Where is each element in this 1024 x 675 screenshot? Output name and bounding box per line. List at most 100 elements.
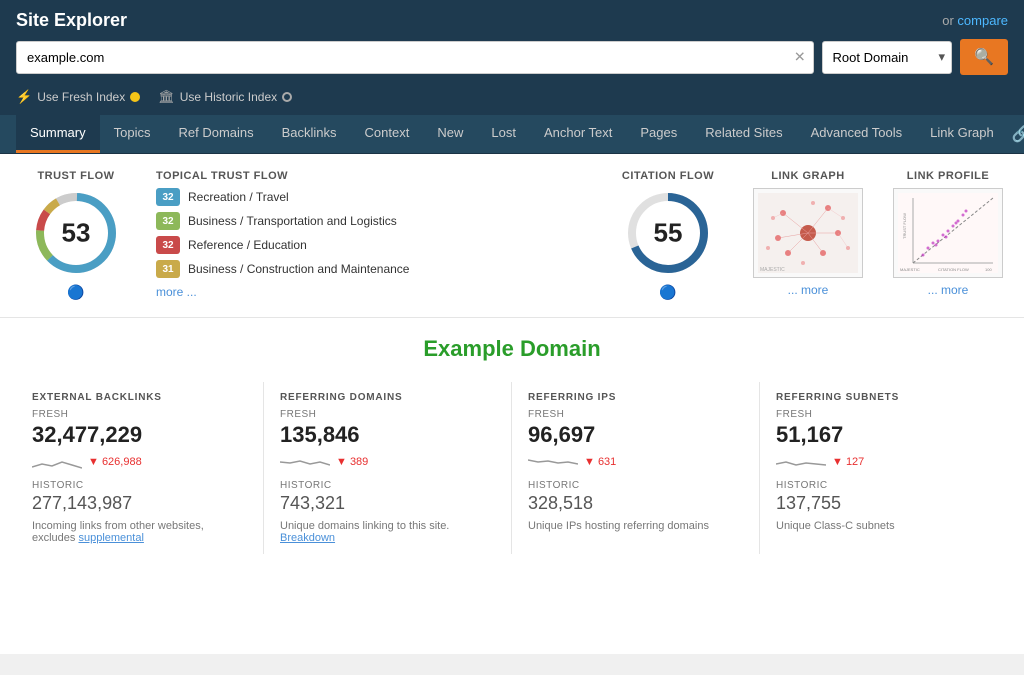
trust-flow-info-icon[interactable]: 🔵	[67, 284, 84, 300]
search-icon: 🔍	[974, 49, 994, 66]
link-graph-title: LINK GRAPH	[748, 170, 868, 182]
ref-ips-trend-svg	[528, 452, 578, 472]
index-options-row: ⚡ Use Fresh Index 🏛 Use Historic Index	[16, 83, 1008, 115]
domain-title: Example Domain	[0, 336, 1024, 362]
ref-ips-trend-value: ▼ 631	[584, 456, 616, 468]
ref-domains-trend: ▼ 389	[280, 452, 495, 472]
topical-item-3: 31 Business / Construction and Maintenan…	[156, 260, 588, 278]
ref-ips-fresh-label: FRESH	[528, 409, 743, 420]
svg-text:TRUST FLOW: TRUST FLOW	[902, 213, 907, 239]
backlinks-historic-value: 277,143,987	[32, 493, 247, 514]
fresh-index-radio[interactable]	[130, 92, 140, 102]
citation-flow-title: CITATION FLOW	[608, 170, 728, 182]
topical-item-0: 32 Recreation / Travel	[156, 188, 588, 206]
ref-domains-trend-svg	[280, 452, 330, 472]
ref-ips-trend: ▼ 631	[528, 452, 743, 472]
tab-summary[interactable]: Summary	[16, 115, 100, 153]
clear-icon[interactable]: ✕	[794, 49, 806, 66]
tab-topics[interactable]: Topics	[100, 115, 165, 153]
tab-pages[interactable]: Pages	[626, 115, 691, 153]
tab-context[interactable]: Context	[351, 115, 424, 153]
svg-text:MAJESTIC: MAJESTIC	[760, 267, 785, 273]
stat-col-ref-subnets: REFERRING SUBNETS FRESH 51,167 ▼ 127 HIS…	[760, 382, 1008, 554]
link-graph-more-link[interactable]: ... more	[788, 283, 829, 297]
backlinks-fresh-label: FRESH	[32, 409, 247, 420]
stat-col-ref-ips: REFERRING IPS FRESH 96,697 ▼ 631 HISTORI…	[512, 382, 760, 554]
topical-item-1: 32 Business / Transportation and Logisti…	[156, 212, 588, 230]
topical-item-2: 32 Reference / Education	[156, 236, 588, 254]
link-graph-image[interactable]: MAJESTIC	[753, 188, 863, 278]
topical-badge-1: 32	[156, 212, 180, 230]
link-profile-card: LINK PROFILE	[888, 170, 1008, 301]
tab-ref-domains[interactable]: Ref Domains	[164, 115, 267, 153]
topical-label-1: Business / Transportation and Logistics	[188, 214, 397, 228]
topical-more-link[interactable]: more ...	[156, 285, 197, 299]
trust-flow-title: TRUST FLOW	[16, 170, 136, 182]
ref-domains-fresh-value: 135,846	[280, 422, 495, 448]
nav-tabs: Summary Topics Ref Domains Backlinks Con…	[0, 115, 1024, 154]
tab-advanced-tools[interactable]: Advanced Tools	[797, 115, 917, 153]
summary-cards: TRUST FLOW 53 🔵 TOPICAL TRUST FL	[0, 154, 1024, 318]
ref-domains-desc: Unique domains linking to this site. Bre…	[280, 520, 495, 544]
ref-ips-fresh-value: 96,697	[528, 422, 743, 448]
topical-badge-3: 31	[156, 260, 180, 278]
dropdown-arrow-icon: ▾	[933, 49, 952, 65]
ref-domains-historic-value: 743,321	[280, 493, 495, 514]
historic-index-radio[interactable]	[282, 92, 292, 102]
citation-flow-info-icon[interactable]: 🔵	[659, 284, 676, 300]
tab-backlinks[interactable]: Backlinks	[268, 115, 351, 153]
tab-anchor-text[interactable]: Anchor Text	[530, 115, 626, 153]
dropdown-wrap: Root Domain Domain URL Prefix ▾	[822, 41, 953, 74]
stats-grid: EXTERNAL BACKLINKS FRESH 32,477,229 ▼ 62…	[0, 372, 1024, 564]
svg-text:100: 100	[985, 267, 992, 272]
share-icon[interactable]: 🔗	[1008, 118, 1024, 150]
link-profile-more-link[interactable]: ... more	[928, 283, 969, 297]
header-top: Site Explorer or compare	[16, 10, 1008, 39]
tab-lost[interactable]: Lost	[477, 115, 530, 153]
stat-col-ref-domains: REFERRING DOMAINS FRESH 135,846 ▼ 389 HI…	[264, 382, 512, 554]
fresh-index-label: Use Fresh Index	[37, 90, 125, 104]
search-button[interactable]: 🔍	[960, 39, 1008, 75]
search-input[interactable]	[16, 41, 814, 74]
root-domain-select[interactable]: Root Domain Domain URL Prefix	[823, 42, 933, 73]
bolt-icon: ⚡	[16, 89, 32, 105]
citation-flow-value: 55	[654, 218, 683, 249]
ref-subnets-fresh-value: 51,167	[776, 422, 992, 448]
ref-ips-header: REFERRING IPS	[528, 392, 743, 403]
topical-label-2: Reference / Education	[188, 238, 307, 252]
backlinks-trend-value: ▼ 626,988	[88, 456, 142, 468]
ref-subnets-header: REFERRING SUBNETS	[776, 392, 992, 403]
ref-ips-historic-label: HISTORIC	[528, 480, 743, 491]
citation-flow-card: CITATION FLOW 55 🔵	[608, 170, 728, 301]
ref-subnets-historic-label: HISTORIC	[776, 480, 992, 491]
search-row: ✕ Root Domain Domain URL Prefix ▾ 🔍	[16, 39, 1008, 83]
topical-label-0: Recreation / Travel	[188, 190, 289, 204]
compare-area: or compare	[942, 13, 1008, 28]
ref-domains-header: REFERRING DOMAINS	[280, 392, 495, 403]
fresh-index-option[interactable]: ⚡ Use Fresh Index	[16, 89, 140, 105]
svg-text:MAJESTIC: MAJESTIC	[900, 267, 920, 272]
historic-index-option[interactable]: 🏛 Use Historic Index	[158, 89, 292, 105]
topical-label-3: Business / Construction and Maintenance	[188, 262, 409, 276]
ref-subnets-fresh-label: FRESH	[776, 409, 992, 420]
building-icon: 🏛	[158, 89, 175, 105]
backlinks-header: EXTERNAL BACKLINKS	[32, 392, 247, 403]
compare-link[interactable]: compare	[957, 13, 1008, 28]
ref-domains-breakdown-link[interactable]: Breakdown	[280, 532, 335, 544]
tab-related-sites[interactable]: Related Sites	[691, 115, 796, 153]
trust-flow-value: 53	[62, 218, 91, 249]
backlinks-desc-link[interactable]: supplemental	[78, 532, 143, 544]
tab-link-graph[interactable]: Link Graph	[916, 115, 1008, 153]
stat-col-backlinks: EXTERNAL BACKLINKS FRESH 32,477,229 ▼ 62…	[16, 382, 264, 554]
trust-flow-card: TRUST FLOW 53 🔵	[16, 170, 136, 301]
ref-ips-historic-value: 328,518	[528, 493, 743, 514]
link-profile-image[interactable]: TRUST FLOW CITATION FLOW 100 MAJESTIC	[893, 188, 1003, 278]
tab-new[interactable]: New	[423, 115, 477, 153]
link-profile-svg: TRUST FLOW CITATION FLOW 100 MAJESTIC	[898, 193, 998, 273]
app-title: Site Explorer	[16, 10, 127, 31]
ref-ips-desc: Unique IPs hosting referring domains	[528, 520, 743, 532]
link-profile-title: LINK PROFILE	[888, 170, 1008, 182]
ref-subnets-trend-value: ▼ 127	[832, 456, 864, 468]
backlinks-historic-label: HISTORIC	[32, 480, 247, 491]
link-graph-svg: MAJESTIC	[758, 193, 858, 273]
